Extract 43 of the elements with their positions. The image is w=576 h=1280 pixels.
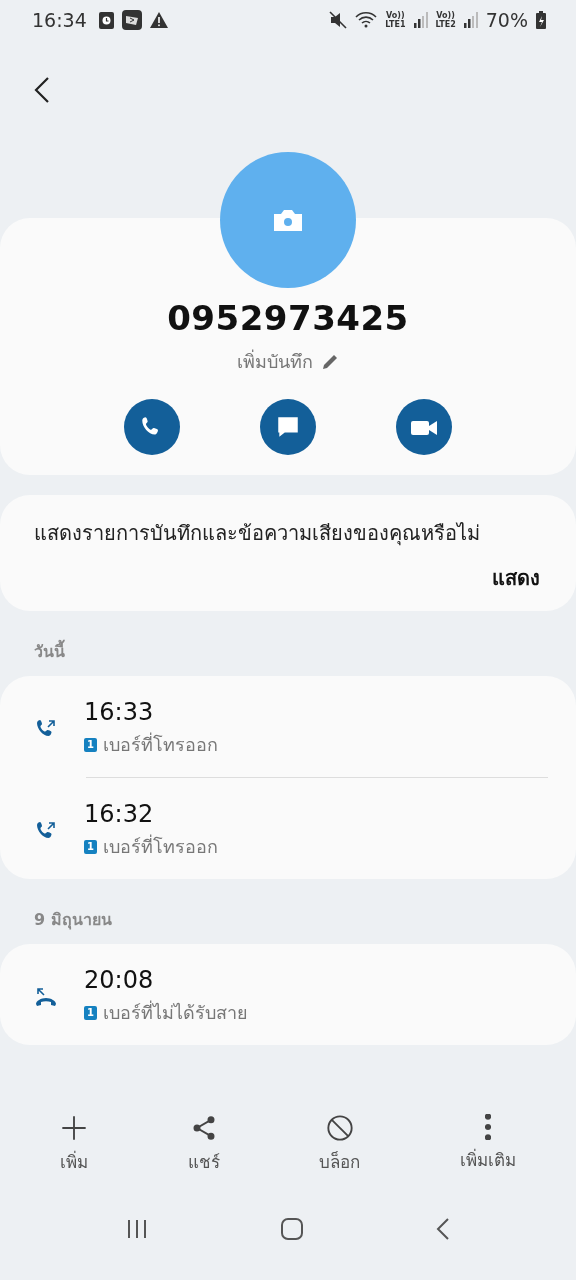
toolbar-button[interactable]: บล็อก	[313, 1113, 367, 1176]
call-time: 16:32	[84, 800, 155, 828]
signal-icon	[463, 12, 478, 28]
alarm-icon	[98, 11, 114, 29]
toolbar-button[interactable]: แชร์	[181, 1113, 226, 1176]
back-icon	[436, 1217, 450, 1241]
home-icon	[280, 1217, 304, 1241]
message-icon	[275, 414, 301, 440]
message-button[interactable]	[260, 399, 316, 455]
date-heading: วันนี้	[0, 631, 576, 676]
video-call-button[interactable]	[396, 399, 452, 455]
show-button[interactable]: แสดง	[486, 561, 546, 595]
call-type: เบอร์ที่โทรออก	[103, 833, 218, 859]
mute-icon	[329, 11, 348, 29]
pencil-icon	[321, 352, 339, 371]
date-heading: 9 มิถุนายน	[33, 909, 113, 932]
call-time: 16:33	[84, 698, 155, 726]
call-type: เบอร์ที่โทรออก	[103, 731, 218, 757]
add-note-link[interactable]: เพิ่มบันทึก	[231, 346, 345, 377]
banner-text: แสดงรายการบันทึกและข้อความเสียงของคุณหรือไม่	[34, 520, 481, 548]
sim-badge: 1	[84, 1005, 97, 1020]
toolbar-button[interactable]: เพิ่มเติม	[454, 1113, 523, 1176]
sim-badge: 1	[84, 839, 97, 854]
network-label: Vo)) LTE2	[435, 11, 456, 29]
battery-percent: 70%	[485, 9, 528, 31]
call-button[interactable]	[124, 399, 180, 455]
camera-icon	[274, 209, 302, 231]
sim-badge: 1	[84, 737, 97, 752]
phone-number: 0952973425	[167, 298, 409, 338]
warning-icon	[149, 12, 168, 28]
clock-time: 16:34	[32, 9, 87, 31]
signal-icon	[413, 12, 428, 28]
wifi-icon	[355, 11, 378, 29]
network-label: Vo)) LTE1	[385, 11, 406, 29]
recent-apps-icon	[126, 1218, 148, 1240]
call-type: เบอร์ที่ไม่ได้รับสาย	[103, 999, 248, 1025]
more-icon	[485, 1114, 492, 1140]
app-notification-icon	[121, 10, 142, 30]
block-icon	[325, 1114, 354, 1142]
plus-icon	[59, 1114, 88, 1142]
battery-charging-icon	[536, 11, 546, 29]
toolbar-button[interactable]: เพิ่ม	[53, 1113, 94, 1176]
call-time: 20:08	[84, 966, 155, 994]
